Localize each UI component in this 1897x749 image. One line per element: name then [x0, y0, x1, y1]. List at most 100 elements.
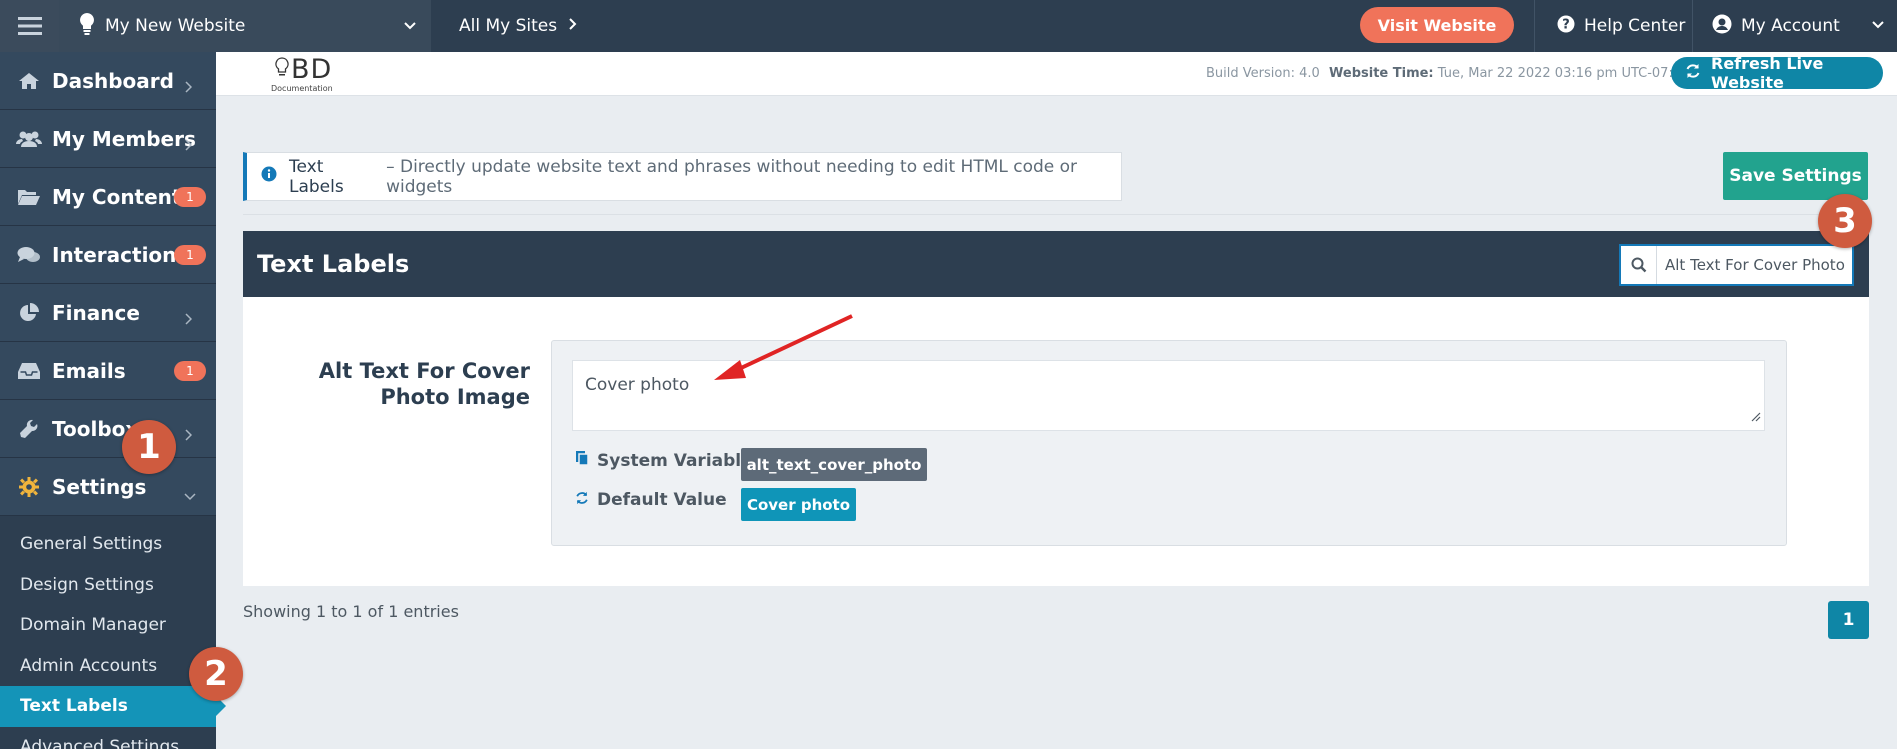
home-icon: [16, 72, 42, 90]
chevron-down-icon: [1871, 16, 1885, 36]
sidebar-item-emails[interactable]: Emails 1: [0, 342, 216, 400]
system-variable-label: System Variable: [597, 450, 753, 471]
all-sites-label: All My Sites: [459, 16, 558, 36]
sidebar-item-label: My Members: [52, 126, 196, 151]
sidebar-item-label: My Content: [52, 184, 182, 209]
refresh-icon: [575, 490, 589, 510]
chevron-right-icon: [184, 306, 193, 330]
topbar-divider: [1692, 0, 1693, 52]
sidebar-item-settings[interactable]: Settings: [0, 458, 216, 516]
all-sites-link[interactable]: All My Sites: [431, 16, 577, 36]
lightbulb-icon: [275, 57, 289, 85]
annotation-arrow-icon: [714, 314, 853, 380]
my-account-menu[interactable]: My Account: [1712, 0, 1885, 52]
sidebar-item-my-members[interactable]: My Members: [0, 110, 216, 168]
question-circle-icon: ?: [1557, 15, 1575, 38]
save-settings-button[interactable]: Save Settings: [1723, 152, 1868, 200]
step-marker-1: 1: [122, 420, 176, 474]
sidebar-item-finance[interactable]: Finance: [0, 284, 216, 342]
info-banner: Text Labels – Directly update website te…: [243, 152, 1122, 201]
field-label: Alt Text For Cover Photo Image: [300, 358, 530, 410]
sidebar-item-interactions[interactable]: Interactions 1: [0, 226, 216, 284]
sidebar-item-label: Interactions: [52, 242, 189, 267]
website-time-label: Website Time:: [1329, 66, 1434, 81]
chevron-right-icon: [184, 422, 193, 446]
search-value: Alt Text For Cover Photo Image: [1665, 256, 1847, 274]
system-variable-row: System Variable: [575, 450, 753, 471]
field-label-line: Alt Text For Cover: [318, 359, 530, 383]
logo-subtext: Documentation: [271, 84, 333, 93]
my-account-label: My Account: [1741, 16, 1840, 36]
site-logo[interactable]: BD Documentation: [271, 54, 347, 94]
default-value-row: Default Value: [575, 490, 727, 510]
chevron-down-icon: [403, 17, 417, 37]
textarea-value: Cover photo: [585, 375, 690, 395]
pagination-page-1[interactable]: 1: [1828, 601, 1869, 639]
step-marker-2: 2: [189, 647, 243, 701]
search-icon: [1621, 246, 1657, 284]
user-circle-icon: [1712, 14, 1732, 39]
sidebar-item-label: Settings: [52, 474, 147, 499]
default-value-button[interactable]: Cover photo: [741, 488, 856, 521]
inbox-icon: [16, 362, 42, 380]
comments-icon: [16, 246, 42, 264]
submenu-item-design-settings[interactable]: Design Settings: [0, 565, 216, 606]
settings-submenu: General Settings Design Settings Domain …: [0, 516, 226, 749]
panel-title: Text Labels: [257, 250, 410, 278]
system-variable-tag: alt_text_cover_photo: [741, 448, 927, 481]
svg-text:?: ?: [1562, 17, 1570, 32]
website-time-value: Tue, Mar 22 2022 03:16 pm UTC-07:00: [1437, 66, 1690, 81]
submenu-item-admin-accounts[interactable]: Admin Accounts: [0, 646, 216, 687]
resize-handle-icon[interactable]: [1751, 407, 1761, 427]
refresh-live-website-button[interactable]: Refresh Live Website: [1671, 54, 1883, 92]
sidebar-item-toolbox[interactable]: Toolbox: [0, 400, 216, 458]
topbar-divider: [1534, 0, 1535, 52]
site-name: My New Website: [105, 16, 246, 36]
divider: [243, 214, 1869, 215]
sidebar-item-dashboard[interactable]: Dashboard: [0, 52, 216, 110]
submenu-item-text-labels[interactable]: Text Labels: [0, 686, 226, 727]
sidebar-item-label: Dashboard: [52, 68, 174, 93]
notification-badge: 1: [174, 361, 206, 381]
submenu-item-general-settings[interactable]: General Settings: [0, 524, 216, 565]
website-time: Website Time: Tue, Mar 22 2022 03:16 pm …: [1329, 66, 1689, 81]
notification-badge: 1: [174, 187, 206, 207]
submenu-item-domain-manager[interactable]: Domain Manager: [0, 605, 216, 646]
field-label-line: Photo Image: [380, 385, 530, 409]
refresh-label: Refresh Live Website: [1711, 54, 1824, 92]
sidebar-item-label: Finance: [52, 300, 140, 325]
help-center-link[interactable]: ? Help Center: [1557, 0, 1685, 52]
wrench-icon: [16, 419, 42, 439]
chevron-down-icon: [184, 482, 196, 506]
lightbulb-icon: [79, 12, 95, 41]
site-selector[interactable]: My New Website: [59, 0, 431, 52]
step-marker-3: 3: [1818, 194, 1872, 248]
info-icon: [261, 166, 277, 187]
refresh-icon: [1685, 63, 1701, 83]
default-value-label: Default Value: [597, 490, 727, 510]
submenu-item-advanced-settings[interactable]: Advanced Settings: [0, 727, 216, 749]
info-description: – Directly update website text and phras…: [386, 156, 1078, 197]
notification-badge: 1: [174, 245, 206, 265]
top-bar: My New Website All My Sites Visit Websit…: [0, 0, 1897, 52]
chevron-right-icon: [184, 74, 193, 98]
gear-icon: [16, 476, 42, 497]
hamburger-menu-button[interactable]: [0, 0, 59, 52]
sidebar-item-label: Emails: [52, 358, 126, 383]
hamburger-icon: [17, 17, 42, 35]
sidebar: Dashboard My Members My Content 1 Intera…: [0, 52, 226, 749]
folder-icon: [16, 188, 42, 206]
chevron-right-icon: [567, 16, 577, 36]
help-center-label: Help Center: [1584, 16, 1686, 36]
copy-icon: [575, 450, 589, 471]
logo-text: BD: [291, 54, 333, 85]
entries-info: Showing 1 to 1 of 1 entries: [243, 602, 459, 621]
pie-chart-icon: [16, 302, 42, 323]
search-input[interactable]: Alt Text For Cover Photo Image: [1619, 244, 1854, 286]
subheader: BD Documentation Build Version: 4.0 Webs…: [216, 52, 1897, 96]
chevron-right-icon: [184, 132, 193, 156]
info-title: Text Labels: [289, 156, 344, 197]
users-icon: [16, 130, 42, 148]
sidebar-item-my-content[interactable]: My Content 1: [0, 168, 216, 226]
visit-website-button[interactable]: Visit Website: [1360, 7, 1514, 43]
